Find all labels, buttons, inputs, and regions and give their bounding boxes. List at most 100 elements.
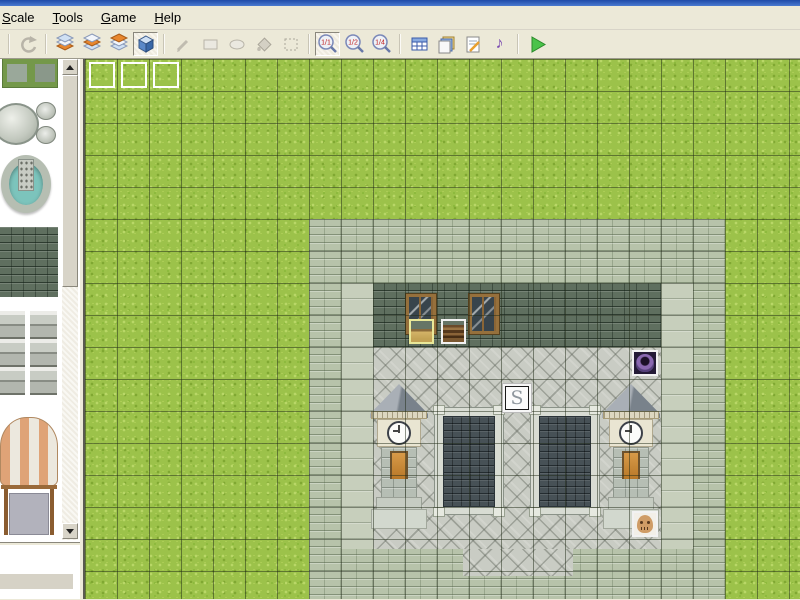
- toolbar-separator: [399, 34, 401, 54]
- wall-inner-face-left: [341, 283, 373, 549]
- layer-2-button[interactable]: [79, 32, 104, 56]
- tower-base: [371, 509, 427, 529]
- scroll-down-button[interactable]: [62, 523, 78, 539]
- tile-selection-square[interactable]: [89, 62, 115, 88]
- event-layer-button[interactable]: [133, 32, 158, 56]
- menu-game[interactable]: Game: [92, 7, 145, 28]
- pit-interior: [539, 416, 591, 507]
- layer-3-icon: [108, 33, 130, 55]
- tower-eave: [371, 411, 427, 419]
- hooded-figure-icon: [636, 354, 654, 372]
- zoom-1-2-icon: 1/2: [344, 33, 366, 55]
- select-tool-button[interactable]: [278, 32, 303, 56]
- sign-letter: S: [505, 386, 529, 410]
- zoom-1-1-icon: 1/1: [317, 33, 339, 55]
- palette-tile-dark-brick[interactable]: [0, 227, 58, 297]
- map-canvas[interactable]: S: [83, 59, 800, 599]
- palette-tile-drum[interactable]: [36, 126, 56, 144]
- sound-test-button[interactable]: ♪: [487, 32, 512, 56]
- tile-selection-square[interactable]: [153, 62, 179, 88]
- pit-cap: [433, 507, 445, 517]
- materials-button[interactable]: [433, 32, 458, 56]
- database-button[interactable]: [406, 32, 431, 56]
- document-pencil-icon: [463, 34, 483, 54]
- map-tree-scrollbar[interactable]: [0, 574, 73, 589]
- palette-tile-drum[interactable]: [36, 102, 56, 120]
- zoom-1-4-icon: 1/4: [371, 33, 393, 55]
- up-arrow-icon: [66, 65, 74, 70]
- menu-help[interactable]: Help: [145, 7, 190, 28]
- zoom-1-1-button[interactable]: 1/1: [315, 32, 340, 56]
- layer-3-button[interactable]: [106, 32, 131, 56]
- rectangle-icon: [200, 34, 220, 54]
- palette-tile-tent[interactable]: [0, 417, 58, 487]
- event-purple-figure[interactable]: [632, 350, 658, 376]
- event-flowerbox[interactable]: [409, 319, 434, 344]
- playtest-button[interactable]: [524, 32, 549, 56]
- pencil-icon: [173, 34, 193, 54]
- tent-leg: [50, 489, 54, 535]
- menu-bar: Scale Tools Game Help: [0, 6, 800, 30]
- undo-button[interactable]: [15, 32, 40, 56]
- pencil-tool-button[interactable]: [170, 32, 195, 56]
- stone-pit: [434, 407, 504, 515]
- tent-bar: [1, 485, 57, 489]
- database-table-icon: [409, 34, 429, 54]
- clock-face: [387, 421, 411, 445]
- toolbar-separator: [308, 34, 310, 54]
- fountain-pillar: [18, 159, 34, 191]
- event-shelf[interactable]: [441, 319, 466, 344]
- paint-icon: [254, 34, 274, 54]
- tent-leg: [4, 489, 8, 535]
- pit-cap: [589, 405, 601, 415]
- event-skull[interactable]: [632, 511, 658, 537]
- wall-inner-face-right: [661, 283, 693, 549]
- tile-selection-square[interactable]: [121, 62, 147, 88]
- tool-bar: 1/1 1/2 1/4 ♪: [0, 30, 800, 59]
- svg-text:1/4: 1/4: [375, 40, 385, 47]
- event-cube-icon: [135, 33, 157, 55]
- rectangle-tool-button[interactable]: [197, 32, 222, 56]
- building-window: [469, 294, 499, 334]
- toolbar-separator: [163, 34, 165, 54]
- dashed-select-icon: [281, 34, 301, 54]
- palette-tile-stone-disc[interactable]: [0, 103, 39, 145]
- ellipse-tool-button[interactable]: [224, 32, 249, 56]
- tower-eave: [603, 411, 659, 419]
- pit-interior: [443, 416, 495, 507]
- map-tree-panel[interactable]: [0, 546, 80, 599]
- music-note-icon: ♪: [496, 36, 504, 52]
- zoom-1-4-button[interactable]: 1/4: [369, 32, 394, 56]
- tent-table: [9, 493, 49, 535]
- menu-scale[interactable]: Scale: [0, 7, 44, 28]
- entrance-paving: [463, 549, 573, 576]
- stone-pit: [530, 407, 600, 515]
- pit-cap: [493, 507, 505, 517]
- palette-tile-green-tables[interactable]: [2, 59, 58, 88]
- scroll-up-button[interactable]: [62, 59, 78, 75]
- tower-door: [622, 451, 640, 479]
- palette-tile-steps[interactable]: [30, 311, 57, 395]
- undo-icon: [18, 34, 38, 54]
- editor-main: S: [0, 59, 800, 599]
- play-triangle-icon: [527, 34, 547, 54]
- layer-1-button[interactable]: [52, 32, 77, 56]
- palette-tile-steps[interactable]: [0, 311, 25, 395]
- toolbar-separator: [517, 34, 519, 54]
- script-editor-button[interactable]: [460, 32, 485, 56]
- tower-door: [390, 451, 408, 479]
- zoom-1-2-button[interactable]: 1/2: [342, 32, 367, 56]
- pit-cap: [529, 507, 541, 517]
- event-sign-s[interactable]: S: [503, 384, 531, 412]
- layer-1-icon: [54, 33, 76, 55]
- pit-cap: [433, 405, 445, 415]
- svg-text:1/1: 1/1: [321, 40, 331, 47]
- stacked-cards-icon: [436, 34, 456, 54]
- palette-scrollbar[interactable]: [62, 59, 78, 540]
- palette-tile-fountain[interactable]: [1, 155, 51, 213]
- scrollbar-thumb[interactable]: [62, 75, 78, 287]
- layer-2-icon: [81, 33, 103, 55]
- flood-fill-tool-button[interactable]: [251, 32, 276, 56]
- menu-tools[interactable]: Tools: [44, 7, 92, 28]
- toolbar-separator: [45, 34, 47, 54]
